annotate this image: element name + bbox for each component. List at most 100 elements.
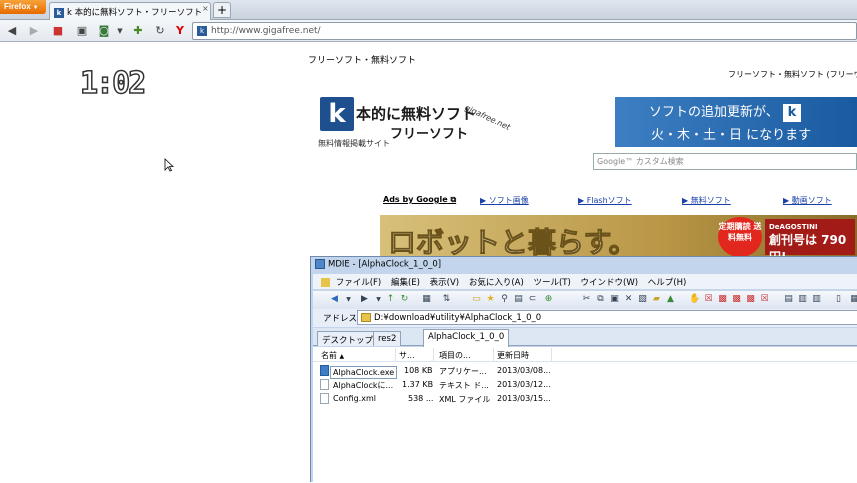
puzzle-icon[interactable]: ✚ xyxy=(130,23,146,39)
forward-icon[interactable]: ▶ xyxy=(359,294,370,305)
back-icon[interactable]: ◀ xyxy=(329,294,340,305)
xml-file-icon xyxy=(320,393,329,404)
up-folder-icon[interactable]: ↑ xyxy=(385,294,396,305)
rename-icon[interactable]: ▲ xyxy=(665,294,676,305)
reload-icon[interactable]: ↻ xyxy=(152,23,168,39)
tile-vertical-icon[interactable]: ▥ xyxy=(811,294,822,305)
menu-tools[interactable]: ツール(T) xyxy=(533,278,570,288)
mdie-window[interactable]: MDIE - [AlphaClock_1_0_0] ファイル(F) 編集(E) … xyxy=(310,256,857,483)
pin-icon[interactable]: ✋ xyxy=(689,294,700,305)
url-input[interactable]: k http://www.gigafree.net/ xyxy=(192,22,857,40)
yahoo-icon[interactable]: Y xyxy=(172,23,188,39)
chevron-down-icon[interactable]: ▼ xyxy=(112,23,128,39)
file-type: テキスト ド... xyxy=(439,381,489,390)
menu-help[interactable]: ヘルプ(H) xyxy=(648,278,687,288)
header-link[interactable]: フリーソフト・無料ソフト (フリーウェア xyxy=(728,69,857,80)
site-favicon-icon: k xyxy=(197,26,207,36)
menu-file[interactable]: ファイル(F) xyxy=(336,278,382,288)
file-date: 2013/03/08... xyxy=(497,366,551,375)
column-date[interactable]: 更新日時 xyxy=(497,350,529,361)
copy-icon[interactable]: ⧉ xyxy=(595,294,606,305)
nav-link-free[interactable]: ▶ 無料ソフト xyxy=(682,195,731,206)
menu-edit[interactable]: 編集(E) xyxy=(391,278,420,288)
window-title: MDIE - [AlphaClock_1_0_0] xyxy=(315,259,441,273)
forward-icon[interactable]: ▶ xyxy=(26,23,42,39)
address-input[interactable]: D:¥download¥utility¥AlphaClock_1_0_0 xyxy=(357,310,857,325)
page-title: フリーソフト・無料ソフト xyxy=(308,56,417,66)
delete-icon[interactable]: ✕ xyxy=(623,294,634,305)
chevron-down-icon[interactable]: ▼ xyxy=(373,294,384,305)
file-list: 名前 ▲ サ... 項目の... 更新日時 AlphaClock.exe 108… xyxy=(313,347,857,483)
file-name: AlphaClockに... xyxy=(333,381,394,390)
file-row[interactable]: Config.xml 538 ... XML ファイル 2013/03/15..… xyxy=(313,392,857,406)
paste-icon[interactable]: ▣ xyxy=(609,294,620,305)
search-input[interactable]: Google™ カスタム検索 xyxy=(593,153,857,170)
menu-bar: ファイル(F) 編集(E) 表示(V) お気に入り(A) ツール(T) ウインド… xyxy=(313,274,857,289)
ad-badge: 定期購読 送料無料 xyxy=(718,217,762,257)
tile-horizontal-icon[interactable]: ▥ xyxy=(797,294,808,305)
close-icon[interactable]: ☒ xyxy=(703,294,714,305)
menu-view[interactable]: 表示(V) xyxy=(430,278,459,288)
sort-icon[interactable]: ⇅ xyxy=(441,294,452,305)
firefox-menu-button[interactable]: Firefox ▼ xyxy=(0,0,46,14)
refresh-icon[interactable]: ↻ xyxy=(399,294,410,305)
folder-icon[interactable]: ▭ xyxy=(471,294,482,305)
panel-icon[interactable]: ▯ xyxy=(833,294,844,305)
new-tab-button[interactable]: + xyxy=(213,2,231,18)
folder-tabs: デスクトップ res2 AlphaClock_1_0_0 xyxy=(313,328,857,347)
ads-by-google-link[interactable]: Ads by Google ⧉ xyxy=(383,195,456,205)
app-icon xyxy=(315,259,325,269)
file-type: XML ファイル xyxy=(439,395,491,404)
address-label: アドレス xyxy=(323,314,358,324)
tab-res2[interactable]: res2 xyxy=(373,331,402,346)
cut-icon[interactable]: ✂ xyxy=(581,294,592,305)
browser-tab[interactable]: kk 本的に無料ソフト・フリーソフト xyxy=(49,2,211,20)
search-icon[interactable]: ⚲ xyxy=(499,294,510,305)
layout-icon[interactable]: ▦ xyxy=(849,294,857,305)
history-icon[interactable]: ▤ xyxy=(513,294,524,305)
menu-favorites[interactable]: お気に入り(A) xyxy=(469,278,524,288)
menu-window[interactable]: ウインドウ(W) xyxy=(581,278,639,288)
nav-link-images[interactable]: ▶ ソフト画像 xyxy=(480,195,529,206)
file-row[interactable]: AlphaClockに... 1.37 KB テキスト ド... 2013/03… xyxy=(313,378,857,392)
tab-bar: Firefox ▼ kk 本的に無料ソフト・フリーソフト × + xyxy=(0,0,857,20)
nav-link-video[interactable]: ▶ 動画ソフト xyxy=(783,195,832,206)
exe-file-icon xyxy=(320,365,329,376)
logo-letter: k xyxy=(320,97,354,131)
column-type[interactable]: 項目の... xyxy=(439,350,471,361)
chevron-down-icon[interactable]: ▼ xyxy=(343,294,354,305)
close-others-icon[interactable]: ▩ xyxy=(731,294,742,305)
star-icon[interactable]: ★ xyxy=(485,294,496,305)
link-icon[interactable]: ⊂ xyxy=(527,294,538,305)
close-right-icon[interactable]: ☒ xyxy=(759,294,770,305)
column-name[interactable]: 名前 ▲ xyxy=(321,350,344,361)
close-left-icon[interactable]: ▩ xyxy=(745,294,756,305)
column-size[interactable]: サ... xyxy=(399,350,415,361)
view-icon[interactable]: ▦ xyxy=(421,294,432,305)
ad-banner[interactable]: ロボットと暮らす。 定期購読 送料無料 DeAGOSTINI 創刊号は 790円… xyxy=(380,215,857,257)
properties-icon[interactable]: ▧ xyxy=(637,294,648,305)
home-icon[interactable]: ▣ xyxy=(74,23,90,39)
alpha-clock-time: 1:02 xyxy=(79,65,147,102)
file-type: アプリケー... xyxy=(439,367,487,376)
file-row[interactable]: AlphaClock.exe 108 KB アプリケー... 2013/03/0… xyxy=(313,364,857,379)
ad-brand: DeAGOSTINI xyxy=(769,223,818,231)
move-icon[interactable]: ▰ xyxy=(651,294,662,305)
close-all-icon[interactable]: ▩ xyxy=(717,294,728,305)
bookmark-icon[interactable]: ■ xyxy=(50,23,66,39)
file-size: 108 KB xyxy=(404,366,433,375)
addon-icon[interactable]: ◙ xyxy=(96,23,112,39)
tab-desktop[interactable]: デスクトップ xyxy=(317,331,379,346)
back-icon[interactable]: ◀ xyxy=(4,23,20,39)
address-bar: アドレス D:¥download¥utility¥AlphaClock_1_0_… xyxy=(313,309,857,327)
site-favicon-icon: k xyxy=(54,7,64,18)
tab-alphaclock[interactable]: AlphaClock_1_0_0 xyxy=(423,329,510,347)
update-banner[interactable]: ソフトの追加更新が、 k 火・木・土・日 になります xyxy=(615,97,857,147)
external-link-icon: ⧉ xyxy=(450,195,457,204)
folder-icon xyxy=(321,278,330,287)
close-tab-icon[interactable]: × xyxy=(202,4,210,14)
explorer-toolbar: ◀ ▼ ▶ ▼ ↑ ↻ ▦ ⇅ ▭ ★ ⚲ ▤ ⊂ ⊕ ✂ ⧉ ▣ ✕ ▧ ▰ … xyxy=(313,290,857,309)
go-icon[interactable]: ⊕ xyxy=(543,294,554,305)
cascade-icon[interactable]: ▤ xyxy=(783,294,794,305)
nav-link-flash[interactable]: ▶ Flashソフト xyxy=(578,195,632,206)
